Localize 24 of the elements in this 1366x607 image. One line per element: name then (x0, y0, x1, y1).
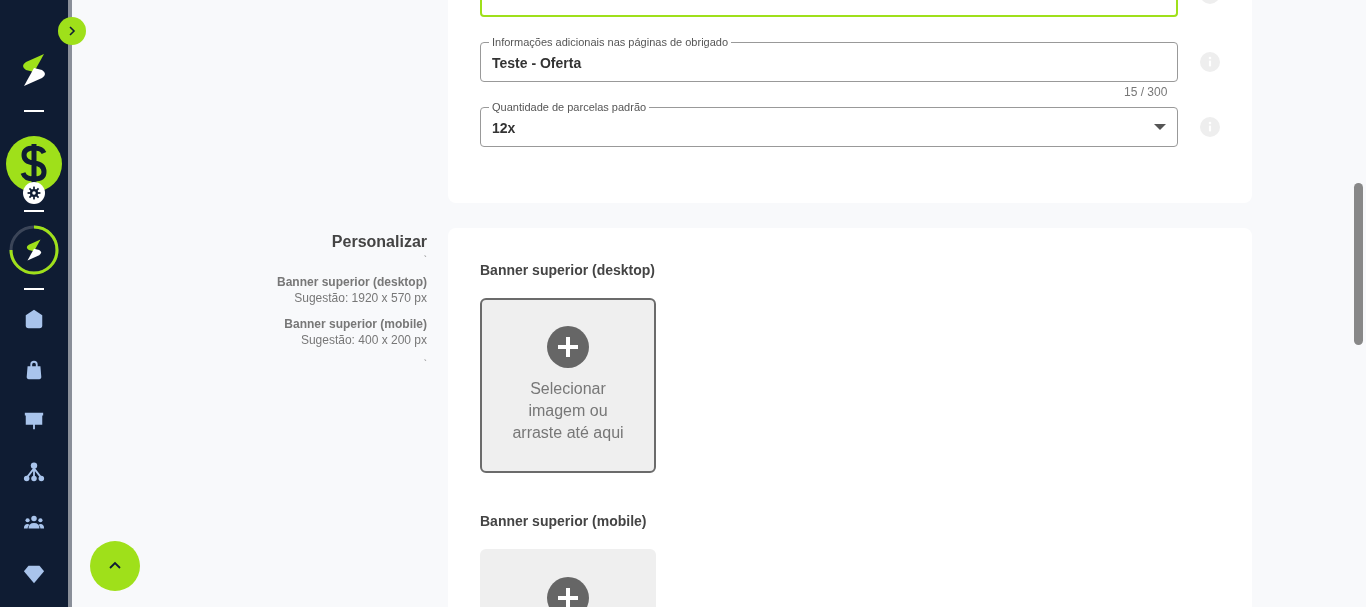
image-upload-area[interactable]: Selecionar imagem ou arraste até aqui (480, 298, 656, 473)
plus-icon (547, 326, 589, 368)
hint-text: Sugestão: 400 x 200 px (300, 332, 427, 348)
chevron-right-icon (66, 25, 78, 37)
section-title: Personalizar (331, 232, 427, 252)
upload-label: Banner superior (mobile) (480, 512, 648, 531)
upload-hint: Selecionar imagem ou arraste até aqui (511, 379, 625, 443)
gear-icon[interactable] (23, 182, 45, 204)
scrollbar[interactable] (1354, 183, 1363, 345)
diamond-icon[interactable] (23, 563, 45, 585)
expand-button[interactable] (58, 17, 86, 45)
caret-icon (1154, 124, 1166, 130)
plus-icon (547, 577, 589, 607)
upload-label: Banner superior (desktop) (480, 261, 657, 280)
backtick-mark: ` (423, 358, 427, 372)
hint-title: Banner superior (mobile) (284, 316, 427, 332)
hint-title: Banner superior (desktop) (276, 274, 427, 290)
backtick-mark: ` (423, 254, 427, 268)
presentation-icon[interactable] (23, 410, 45, 432)
house-icon[interactable] (23, 308, 45, 330)
character-counter: 15 / 300 (1124, 85, 1168, 99)
network-icon[interactable] (23, 461, 45, 483)
hint-text: Sugestão: 1920 x 570 px (294, 290, 427, 306)
progress-ring-icon[interactable] (8, 224, 60, 276)
